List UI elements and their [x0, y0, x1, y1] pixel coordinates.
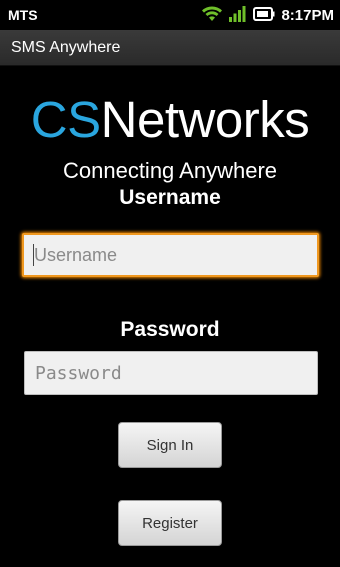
- register-button[interactable]: Register: [118, 500, 222, 546]
- clock: 8:17PM: [281, 6, 334, 24]
- status-icons: 8:17PM: [201, 4, 334, 26]
- app-title-bar: SMS Anywhere: [0, 30, 340, 66]
- username-label: Username: [119, 186, 221, 209]
- carrier-name: MTS: [8, 7, 38, 23]
- logo-cs: CS: [30, 91, 101, 148]
- username-input[interactable]: [22, 233, 319, 277]
- status-bar: MTS 8:17PM: [0, 0, 340, 30]
- signal-icon: [229, 5, 247, 26]
- logo-networks: Networks: [100, 91, 310, 148]
- sign-in-button[interactable]: Sign In: [118, 422, 222, 468]
- wifi-icon: [201, 4, 223, 26]
- cs-networks-logo: CSNetworks: [0, 92, 340, 148]
- battery-icon: [253, 6, 275, 25]
- text-caret: [33, 244, 34, 266]
- tagline: Connecting Anywhere: [62, 158, 278, 183]
- password-input[interactable]: [24, 351, 318, 395]
- app-title: SMS Anywhere: [11, 38, 121, 56]
- password-label: Password: [120, 318, 220, 341]
